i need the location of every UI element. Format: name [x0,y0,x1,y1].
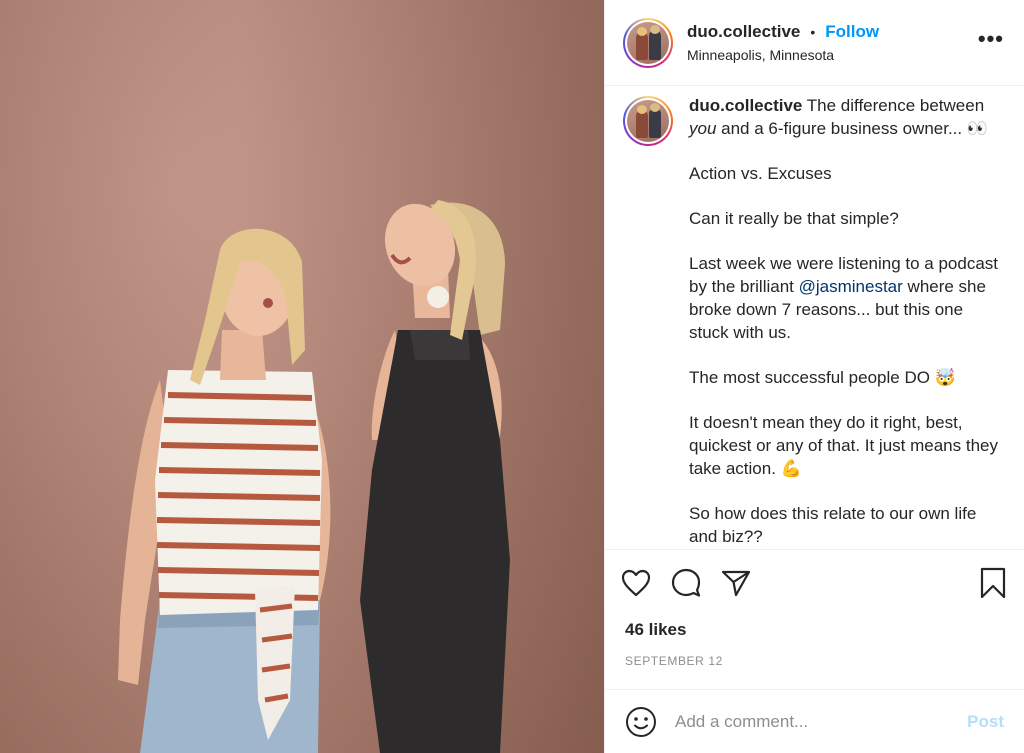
location-link[interactable]: Minneapolis, Minnesota [687,47,879,63]
header-text: duo.collective • Follow Minneapolis, Min… [687,22,879,63]
caption-line1: The difference between [802,96,985,115]
follow-button[interactable]: Follow [825,22,879,42]
likes-count[interactable]: 46 likes [605,620,1024,640]
post-comment-button[interactable]: Post [967,712,1004,732]
caption-paragraph: It doesn't mean they do it right, best, … [689,413,998,478]
post-header: duo.collective • Follow Minneapolis, Min… [605,0,1024,86]
post-caption: duo.collective The difference between yo… [689,94,1006,549]
caption-paragraph: Action vs. Excuses [689,164,832,183]
post-date: SEPTEMBER 12 [625,654,723,668]
action-bar [605,550,1024,616]
heart-icon[interactable] [619,566,653,600]
comment-input[interactable] [675,711,945,732]
photo-illustration [118,200,510,753]
woman-right-figure [360,200,510,753]
paper-plane-icon[interactable] [719,566,753,600]
caption-paragraph: The most successful people DO 🤯 [689,368,956,387]
separator-dot: • [810,24,816,40]
caption-avatar[interactable] [623,96,673,146]
comment-icon[interactable] [669,566,703,600]
caption-italic-word: you [689,119,717,138]
post-details-panel: duo.collective • Follow Minneapolis, Min… [604,0,1024,753]
caption-username-link[interactable]: duo.collective [689,96,802,115]
comment-bar: Post [605,689,1024,753]
smiley-icon[interactable] [625,706,657,738]
avatar-photo [627,100,669,142]
profile-avatar[interactable] [623,17,673,68]
caption-line1-rest: and a 6-figure business owner... 👀 [716,119,989,138]
bookmark-icon[interactable] [976,566,1010,600]
more-options-icon[interactable]: ••• [978,28,1004,50]
woman-left-figure [118,228,331,753]
username-link[interactable]: duo.collective [687,22,800,42]
avatar-photo [627,21,669,64]
caption-paragraph: Can it really be that simple? [689,209,899,228]
caption-paragraph: So how does this relate to our own life … [689,504,977,546]
caption-area: duo.collective The difference between yo… [605,86,1024,550]
post-photo [0,0,604,753]
mention-link[interactable]: @jasminestar [799,277,903,296]
